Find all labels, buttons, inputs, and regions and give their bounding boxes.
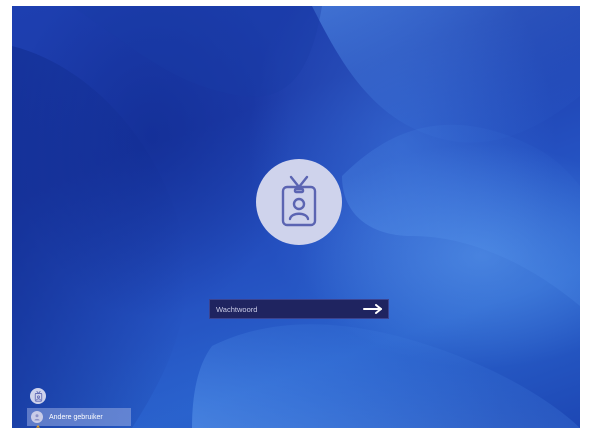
lock-screen: Andere gebruiker	[12, 6, 580, 428]
user-tile-current[interactable]	[30, 388, 46, 404]
id-badge-person-icon	[34, 390, 42, 402]
id-badge-person-icon	[281, 175, 317, 227]
submit-button[interactable]	[358, 300, 388, 318]
other-user-label: Andere gebruiker	[49, 413, 103, 421]
mouse-cursor	[36, 425, 40, 428]
arrow-right-icon	[363, 304, 382, 314]
user-avatar	[256, 159, 342, 245]
password-field-container	[209, 299, 389, 319]
person-icon	[31, 411, 43, 423]
password-input[interactable]	[210, 300, 360, 318]
other-user-button[interactable]: Andere gebruiker	[27, 408, 131, 426]
